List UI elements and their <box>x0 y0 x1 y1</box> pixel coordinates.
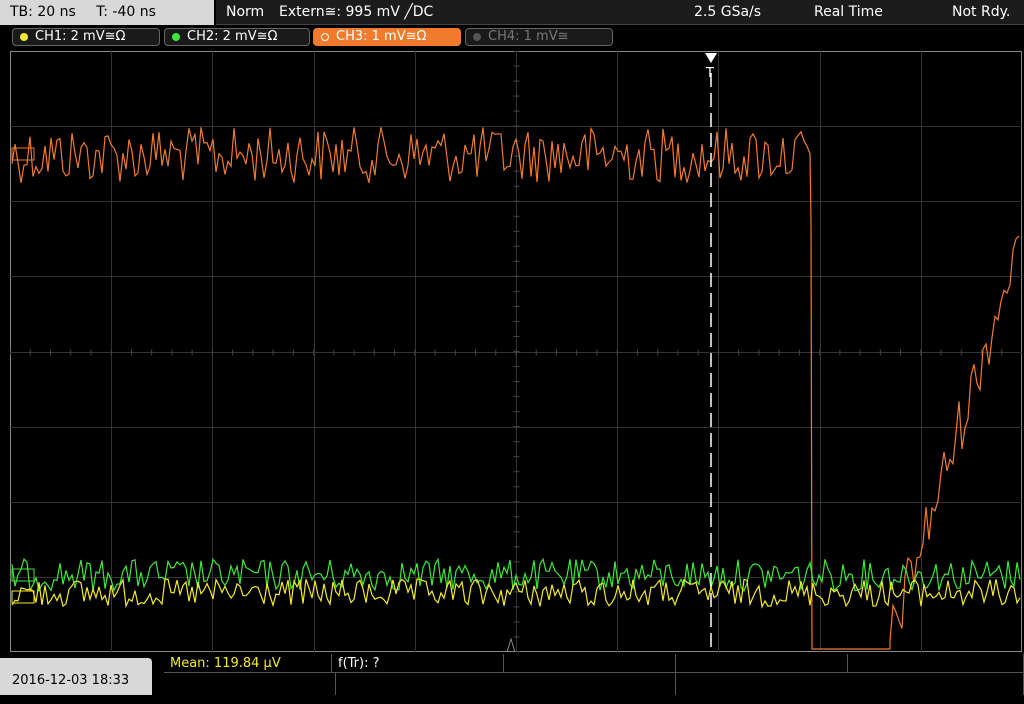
timebase-panel[interactable]: TB: 20 ns T: -40 ns <box>0 0 214 25</box>
trigger-mode[interactable]: Norm <box>226 0 264 25</box>
sample-rate: 2.5 GSa/s <box>694 4 762 20</box>
measurement-slot-7[interactable] <box>504 673 676 695</box>
channel-1-button[interactable]: CH1: 2 mV≅Ω <box>12 28 160 46</box>
channel-4-label: CH4: 1 mV≅ <box>488 29 569 44</box>
measurement-slot-8[interactable] <box>848 673 1024 695</box>
acquisition-status: Not Rdy. <box>952 4 1011 20</box>
channel-1-indicator-icon <box>20 33 28 41</box>
channel-1-label: CH1: 2 mV≅Ω <box>35 29 126 44</box>
status-bar: Norm Extern≅: 995 mV ╱DC 2.5 GSa/s Real … <box>216 0 1024 25</box>
waveform-display[interactable]: T <box>10 51 1022 652</box>
channel-4-indicator-icon <box>473 33 481 41</box>
trigger-label: T <box>705 66 714 81</box>
channel-2-indicator-icon <box>172 33 180 41</box>
channel-4-button[interactable]: CH4: 1 mV≅ <box>465 28 613 46</box>
timebase-value: TB: 20 ns <box>10 4 76 20</box>
measurement-slot-6[interactable] <box>164 673 336 695</box>
channel-3-button[interactable]: CH3: 1 mV≅Ω <box>313 28 461 46</box>
trigger-offset-value: T: -40 ns <box>96 4 156 20</box>
channel-2-button[interactable]: CH2: 2 mV≅Ω <box>164 28 310 46</box>
measurement-bar: 2016-12-03 18:33 Mean: 119.84 µV f(Tr): … <box>0 654 1024 695</box>
frequency-measurement[interactable]: f(Tr): ? <box>332 654 504 673</box>
acquisition-mode: Real Time <box>814 4 883 20</box>
trigger-source[interactable]: Extern≅: 995 mV ╱DC <box>279 0 433 25</box>
measurement-slot-5[interactable] <box>848 654 1024 673</box>
channel-2-label: CH2: 2 mV≅Ω <box>187 29 278 44</box>
date-time: 2016-12-03 18:33 <box>0 658 152 695</box>
measurement-slot-3[interactable] <box>504 654 676 673</box>
channel-3-label: CH3: 1 mV≅Ω <box>336 29 427 44</box>
measurement-slot-4[interactable] <box>676 654 848 673</box>
channel-bar: CH1: 2 mV≅Ω CH2: 2 mV≅Ω CH3: 1 mV≅Ω CH4:… <box>0 26 1024 50</box>
mean-measurement[interactable]: Mean: 119.84 µV <box>164 654 332 673</box>
channel-3-indicator-icon <box>321 33 329 41</box>
